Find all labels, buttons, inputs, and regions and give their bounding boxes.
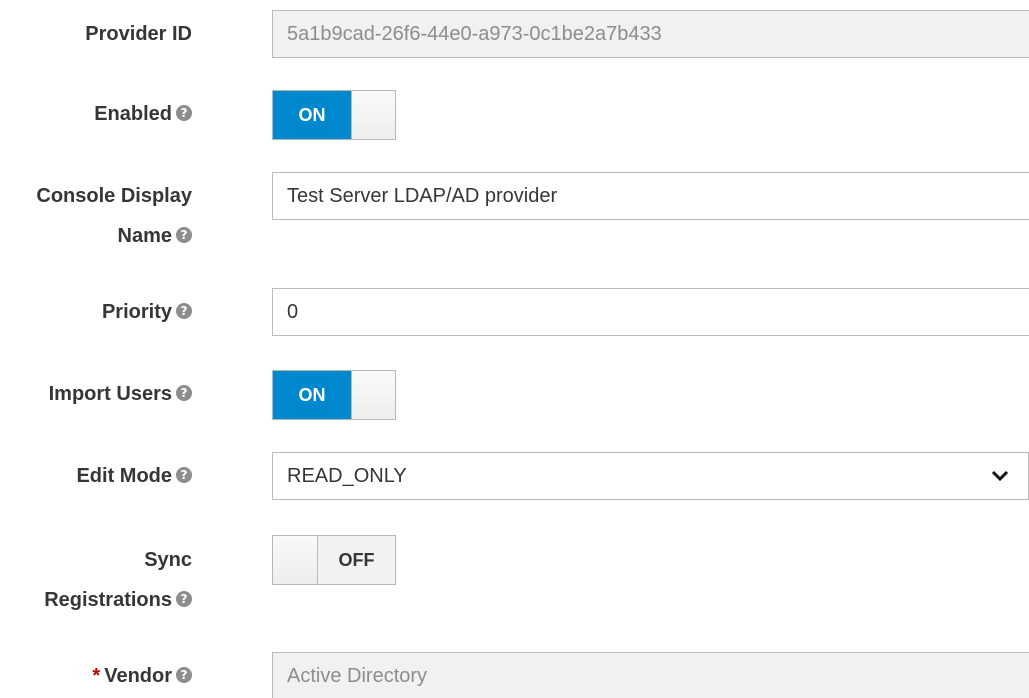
provider-id-field[interactable]: 5a1b9cad-26f6-44e0-a973-0c1be2a7b433 [272,10,1029,58]
question-circle-icon[interactable]: ? [176,302,192,319]
question-circle-icon[interactable]: ? [176,384,192,401]
enabled-toggle-state: ON [273,91,351,139]
edit-mode-select[interactable]: READ_ONLY [272,452,1029,500]
provider-id-label: Provider ID [85,23,192,45]
ldap-provider-form: Provider ID 5a1b9cad-26f6-44e0-a973-0c1b… [0,0,1029,698]
priority-input[interactable]: 0 [272,288,1029,336]
priority-label: Priority? [102,292,192,332]
console-display-name-input[interactable]: Test Server LDAP/AD provider [272,172,1029,220]
question-circle-icon[interactable]: ? [176,590,192,607]
edit-mode-label: Edit Mode? [76,456,192,496]
vendor-field[interactable]: Active Directory [272,652,1029,698]
console-display-name-label: Console Display Name? [36,185,192,247]
import-users-label: Import Users? [49,374,192,414]
question-circle-icon[interactable]: ? [176,666,192,683]
import-users-toggle-state: ON [273,371,351,419]
required-marker: * [92,665,101,687]
question-circle-icon[interactable]: ? [176,104,192,121]
enabled-label: Enabled? [94,94,192,134]
import-users-toggle[interactable]: ON [272,370,396,420]
sync-registrations-toggle-state: OFF [318,536,395,584]
question-circle-icon[interactable]: ? [176,226,192,243]
toggle-knob [351,91,395,139]
sync-registrations-toggle[interactable]: OFF [272,535,396,585]
enabled-toggle[interactable]: ON [272,90,396,140]
chevron-down-icon [991,470,1009,482]
sync-registrations-label: Sync Registrations? [44,549,192,611]
toggle-knob [351,371,395,419]
question-circle-icon[interactable]: ? [176,466,192,483]
toggle-knob [273,536,318,584]
vendor-label: * Vendor? [92,656,192,696]
